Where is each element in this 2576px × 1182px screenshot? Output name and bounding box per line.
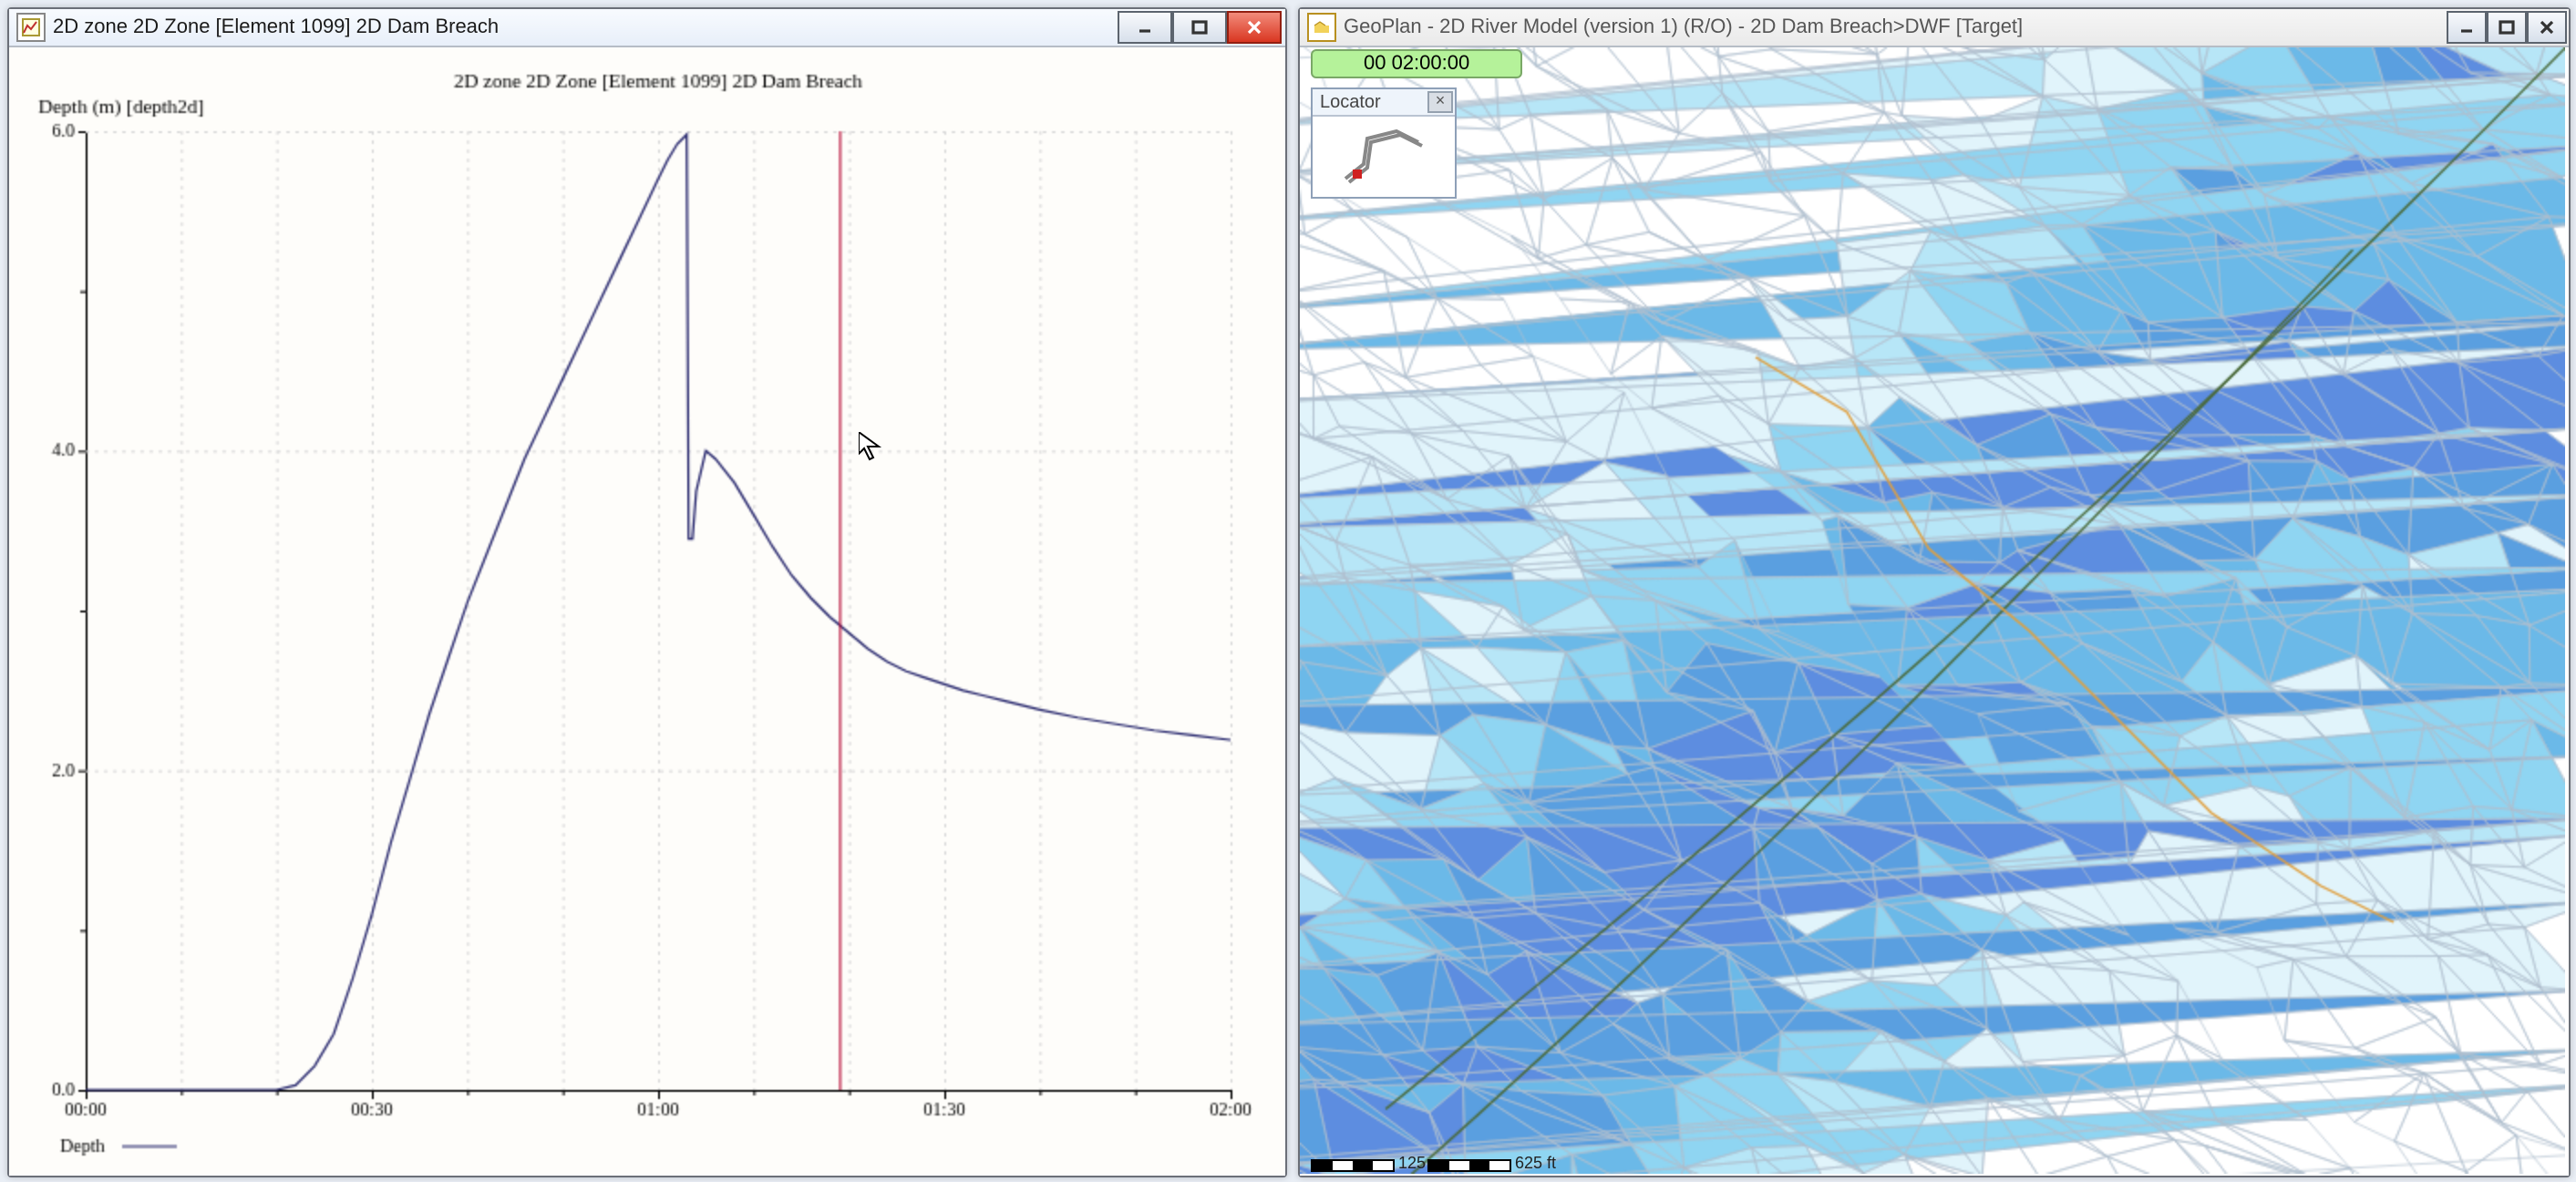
scalebar-imperial: 625 ft [1427, 1150, 1556, 1172]
chart-window-buttons [1118, 11, 1282, 44]
maximize-button[interactable] [1172, 11, 1227, 44]
locator-title: Locator [1320, 92, 1381, 112]
scalebar-imperial-label: 625 ft [1515, 1154, 1556, 1172]
chart-area[interactable] [9, 47, 1285, 1176]
minimize-button[interactable] [1118, 11, 1172, 44]
chart-app-icon [16, 13, 46, 42]
geoplan-window: GeoPlan - 2D River Model (version 1) (R/… [1298, 7, 2571, 1177]
map-area[interactable]: 00 02:00:00 Locator × 125 m 625 ft [1300, 47, 2569, 1176]
locator-body [1313, 117, 1455, 197]
geoplan-app-icon [1307, 13, 1336, 42]
locator-close-icon[interactable]: × [1427, 91, 1453, 113]
chart-window-titlebar[interactable]: 2D zone 2D Zone [Element 1099] 2D Dam Br… [9, 9, 1285, 47]
geoplan-titlebar[interactable]: GeoPlan - 2D River Model (version 1) (R/… [1300, 9, 2569, 47]
close-button[interactable] [2527, 11, 2567, 44]
locator-panel[interactable]: Locator × [1311, 87, 1457, 199]
minimize-button[interactable] [2447, 11, 2487, 44]
scalebar-metric: 125 m [1311, 1150, 1444, 1172]
chart-window: 2D zone 2D Zone [Element 1099] 2D Dam Br… [7, 7, 1287, 1177]
chart-window-title: 2D zone 2D Zone [Element 1099] 2D Dam Br… [53, 16, 499, 38]
geoplan-window-title: GeoPlan - 2D River Model (version 1) (R/… [1344, 16, 2023, 38]
maximize-button[interactable] [2487, 11, 2527, 44]
geoplan-window-buttons [2447, 11, 2567, 44]
locator-titlebar[interactable]: Locator × [1313, 89, 1455, 117]
time-badge: 00 02:00:00 [1311, 49, 1522, 78]
close-button[interactable] [1227, 11, 1282, 44]
